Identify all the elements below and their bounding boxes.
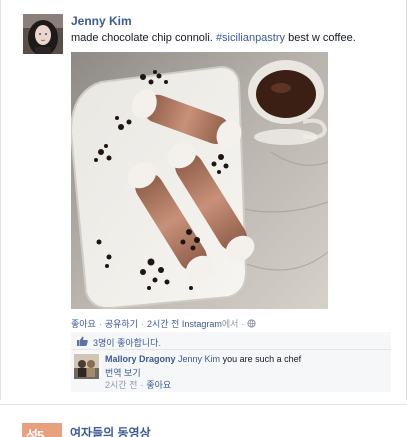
thumbs-up-icon [77,336,88,346]
comment-author[interactable]: Mallory Dragony [105,354,176,364]
likes-count-link[interactable]: 3명이 좋아합니다. [93,336,161,349]
comment-mention[interactable]: Jenny Kim [178,354,220,364]
page-profile-icon[interactable]: 성5 [22,423,62,437]
via-app: Instagram에서 [182,319,239,329]
comment-text: you are such a chef [220,354,302,364]
avatar-photo [23,14,63,54]
commenter-photo [74,354,99,379]
comment-body: Mallory Dragony Jenny Kim you are such a… [105,354,301,364]
author-avatar[interactable] [23,14,63,54]
post-actions: 좋아요 · 공유하기 · 2시간 전 Instagram에서 · [71,317,257,330]
comment: Mallory Dragony Jenny Kim you are such a… [71,350,391,392]
caption-text-end: best w coffee. [285,32,356,44]
separator: · [140,380,144,390]
comment-like-link[interactable]: 좋아요 [146,380,171,390]
post-timestamp[interactable]: 2시간 전 [147,319,179,329]
via-suffix: 에서 [221,319,239,329]
comment-timestamp[interactable]: 2시간 전 [105,380,137,390]
instagram-link[interactable]: Instagram [182,319,222,329]
page-icon-text: 성5 [26,428,44,437]
like-link[interactable]: 좋아요 [71,319,96,329]
post-photo[interactable] [71,52,328,309]
likes-summary: 3명이 좋아합니다. [71,332,391,350]
comment-meta: 2시간 전 · 좋아요 [105,378,171,391]
feed-story: Jenny Kim made chocolate chip connoli. #… [0,0,407,400]
share-link[interactable]: 공유하기 [105,319,138,329]
post-caption: made chocolate chip connoli. #sicilianpa… [71,32,356,44]
separator: · [98,319,102,329]
caption-text: made chocolate chip connoli. [71,32,216,44]
page-name-link[interactable]: 여자들의 동영상 [70,424,151,437]
post-author-name[interactable]: Jenny Kim [71,14,132,28]
cannoli-photo [71,52,328,309]
hashtag-link[interactable]: #sicilianpastry [216,32,285,44]
globe-icon[interactable] [247,319,257,329]
commenter-avatar[interactable] [74,354,99,379]
next-feed-story: 성5 여자들의 동영상 [0,405,407,437]
separator: · [140,319,144,329]
